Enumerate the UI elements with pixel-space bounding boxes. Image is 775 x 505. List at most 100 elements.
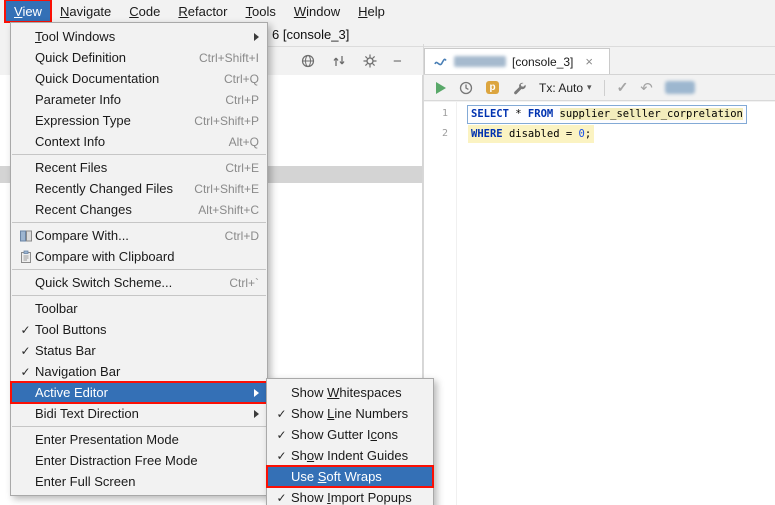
menu-item-enter-full-screen[interactable]: Enter Full Screen	[11, 471, 267, 492]
check-icon: ✓	[276, 490, 287, 505]
sql-operator: *	[515, 108, 522, 120]
submenu-item-show-line-numbers[interactable]: ✓ Show Line Numbers	[267, 403, 433, 424]
menu-item-label: Recent Changes	[35, 202, 132, 217]
submenu-item-use-soft-wraps[interactable]: Use Soft Wraps	[266, 465, 434, 488]
code-line-2: WHERE disabled = 0;	[467, 124, 747, 144]
menu-item-label: Tool Windows	[35, 29, 116, 44]
submenu-item-show-indent-guides[interactable]: ✓ Show Indent Guides	[267, 445, 433, 466]
check-icon: ✓	[20, 322, 31, 337]
menu-help[interactable]: Help	[349, 0, 394, 22]
menu-item-bidi-text-direction[interactable]: Bidi Text Direction	[11, 403, 267, 424]
menu-item-recent-changes[interactable]: Recent Changes Alt+Shift+C	[11, 199, 267, 220]
menu-item-label: Show Indent Guides	[291, 448, 409, 463]
console-tab[interactable]: [console_3] ×	[424, 48, 610, 74]
line-number: 1	[441, 108, 448, 119]
menu-bar: View Navigate Code Refactor Tools Window…	[0, 0, 775, 23]
menu-item-label: Recent Files	[35, 160, 108, 175]
check-icon: ✓	[20, 364, 31, 379]
menu-item-compare-with-clipboard[interactable]: Compare with Clipboard	[11, 246, 267, 267]
tab-close-icon[interactable]: ×	[585, 54, 593, 69]
menu-item-expression-type[interactable]: Expression Type Ctrl+Shift+P	[11, 110, 267, 131]
menu-item-label: Enter Presentation Mode	[35, 432, 179, 447]
menu-item-shortcut: Alt+Q	[228, 134, 259, 149]
menu-item-label: Toolbar	[35, 301, 78, 316]
submenu-item-show-import-popups[interactable]: ✓ Show Import Popups	[267, 487, 433, 505]
application-window: View Navigate Code Refactor Tools Window…	[0, 0, 775, 505]
menu-item-quick-switch-scheme[interactable]: Quick Switch Scheme... Ctrl+`	[11, 272, 267, 293]
menu-separator	[12, 295, 266, 296]
menu-item-label: Navigation Bar	[35, 364, 121, 379]
redacted-schema-name	[454, 56, 506, 67]
parameters-icon[interactable]: p	[486, 81, 499, 94]
submenu-arrow-icon	[254, 409, 259, 418]
menu-item-label: Enter Distraction Free Mode	[35, 453, 198, 468]
menu-separator	[12, 269, 266, 270]
sql-editor[interactable]: 1 2 SELECT * FROM supplier_selller_corpr…	[424, 102, 775, 505]
menu-code[interactable]: Code	[120, 0, 169, 22]
menu-item-context-info[interactable]: Context Info Alt+Q	[11, 131, 267, 152]
menu-item-navigation-bar[interactable]: ✓ Navigation Bar	[11, 361, 267, 382]
gear-icon[interactable]	[362, 53, 378, 69]
menu-item-label: Use Soft Wraps	[291, 469, 382, 484]
hide-icon[interactable]: −	[393, 54, 402, 69]
code-line-1: SELECT * FROM supplier_selller_corprelat…	[467, 104, 747, 124]
menu-item-shortcut: Ctrl+Shift+E	[194, 181, 259, 196]
menu-item-enter-distraction-free-mode[interactable]: Enter Distraction Free Mode	[11, 450, 267, 471]
menu-item-shortcut: Ctrl+`	[229, 275, 259, 290]
submenu-item-show-gutter-icons[interactable]: ✓ Show Gutter Icons	[267, 424, 433, 445]
line-number: 2	[441, 128, 448, 139]
menu-item-label: Active Editor	[35, 385, 108, 400]
menu-item-recent-files[interactable]: Recent Files Ctrl+E	[11, 157, 267, 178]
scroll-from-source-icon[interactable]	[331, 53, 347, 69]
tx-mode-dropdown[interactable]: Tx: Auto ▾	[539, 81, 592, 95]
menu-item-quick-documentation[interactable]: Quick Documentation Ctrl+Q	[11, 68, 267, 89]
menu-item-shortcut: Ctrl+E	[225, 160, 259, 175]
history-clock-icon[interactable]	[458, 80, 474, 96]
menu-item-active-editor[interactable]: Active Editor	[10, 381, 268, 404]
sql-keyword: WHERE	[471, 128, 503, 140]
menu-item-parameter-info[interactable]: Parameter Info Ctrl+P	[11, 89, 267, 110]
check-icon: ✓	[276, 448, 287, 463]
submenu-item-show-whitespaces[interactable]: Show Whitespaces	[267, 382, 433, 403]
sql-table-name: supplier_selller_corprelation	[559, 108, 743, 120]
editor-tab-bar: [console_3] ×	[424, 48, 775, 75]
menu-refactor-label: Refactor	[178, 3, 228, 19]
menu-item-quick-definition[interactable]: Quick Definition Ctrl+Shift+I	[11, 47, 267, 68]
tx-mode-label: Tx: Auto	[539, 80, 584, 95]
statement-highlight: WHERE disabled = 0;	[468, 125, 595, 143]
menu-item-label: Recently Changed Files	[35, 181, 174, 196]
code-area[interactable]: SELECT * FROM supplier_selller_corprelat…	[457, 102, 747, 505]
menu-separator	[12, 426, 266, 427]
check-icon: ✓	[276, 427, 287, 442]
menu-item-label: Status Bar	[35, 343, 96, 358]
wrench-icon[interactable]	[511, 80, 527, 96]
menu-item-status-bar[interactable]: ✓ Status Bar	[11, 340, 267, 361]
sql-column-name: disabled	[508, 128, 560, 140]
menu-view[interactable]: View	[4, 0, 52, 23]
menu-item-tool-buttons[interactable]: ✓ Tool Buttons	[11, 319, 267, 340]
menu-item-compare-with[interactable]: Compare With... Ctrl+D	[11, 225, 267, 246]
menu-item-tool-windows[interactable]: Tool Windows	[11, 26, 267, 47]
menu-refactor[interactable]: Refactor	[169, 0, 236, 22]
web-icon[interactable]	[300, 53, 316, 69]
sql-keyword: SELECT	[471, 108, 509, 120]
menu-item-label: Context Info	[35, 134, 106, 149]
menu-tools[interactable]: Tools	[237, 0, 285, 22]
menu-view-label: View	[14, 3, 42, 19]
menu-item-toolbar[interactable]: Toolbar	[11, 298, 267, 319]
menu-item-label: Parameter Info	[35, 92, 121, 107]
tab-label: [console_3]	[512, 54, 574, 69]
view-menu-dropdown: Tool Windows Quick Definition Ctrl+Shift…	[10, 22, 268, 496]
rollback-icon[interactable]: ↶	[640, 79, 653, 97]
commit-icon[interactable]: ✓	[617, 79, 629, 96]
execute-icon[interactable]	[436, 81, 446, 94]
menu-item-label: Bidi Text Direction	[35, 406, 139, 421]
menu-navigate[interactable]: Navigate	[51, 0, 120, 22]
menu-item-enter-presentation-mode[interactable]: Enter Presentation Mode	[11, 429, 267, 450]
console-file-icon	[433, 55, 448, 69]
menu-item-recently-changed-files[interactable]: Recently Changed Files Ctrl+Shift+E	[11, 178, 267, 199]
toolbar-separator	[603, 79, 605, 96]
active-editor-submenu: Show Whitespaces ✓ Show Line Numbers ✓ S…	[266, 378, 434, 505]
menu-window[interactable]: Window	[285, 0, 349, 22]
menu-separator	[12, 154, 266, 155]
